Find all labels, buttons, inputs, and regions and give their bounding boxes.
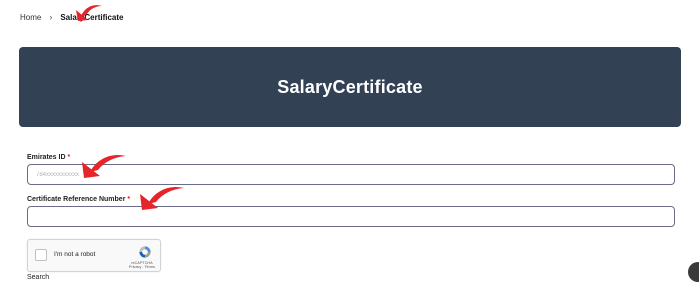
breadcrumb: Home › SalaryCertificate [20, 12, 124, 22]
page-banner: SalaryCertificate [19, 47, 681, 127]
recaptcha-label: I'm not a robot [54, 251, 96, 258]
recaptcha-checkbox[interactable] [35, 249, 47, 261]
certificate-reference-input[interactable] [27, 206, 675, 227]
emirates-id-label-text: Emirates ID [27, 154, 66, 161]
recaptcha-widget: I'm not a robot reCAPTCHA Privacy - Term… [27, 239, 161, 272]
emirates-id-input[interactable] [27, 164, 675, 185]
certificate-reference-label: Certificate Reference Number * [27, 196, 130, 203]
breadcrumb-home-link[interactable]: Home [20, 13, 41, 22]
breadcrumb-current: SalaryCertificate [60, 12, 124, 22]
required-marker: * [67, 154, 71, 161]
required-marker: * [127, 196, 131, 203]
search-button[interactable]: Search [27, 274, 49, 281]
recaptcha-logo-icon [139, 246, 151, 258]
chevron-right-icon: › [49, 12, 53, 22]
recaptcha-links[interactable]: Privacy - Terms [129, 265, 155, 269]
floating-chat-button[interactable] [688, 262, 699, 282]
page-title: SalaryCertificate [277, 76, 423, 97]
recaptcha-brand: reCAPTCHA Privacy - Terms [129, 261, 155, 269]
emirates-id-label: Emirates ID * [27, 154, 70, 161]
certificate-reference-label-text: Certificate Reference Number [27, 196, 126, 203]
